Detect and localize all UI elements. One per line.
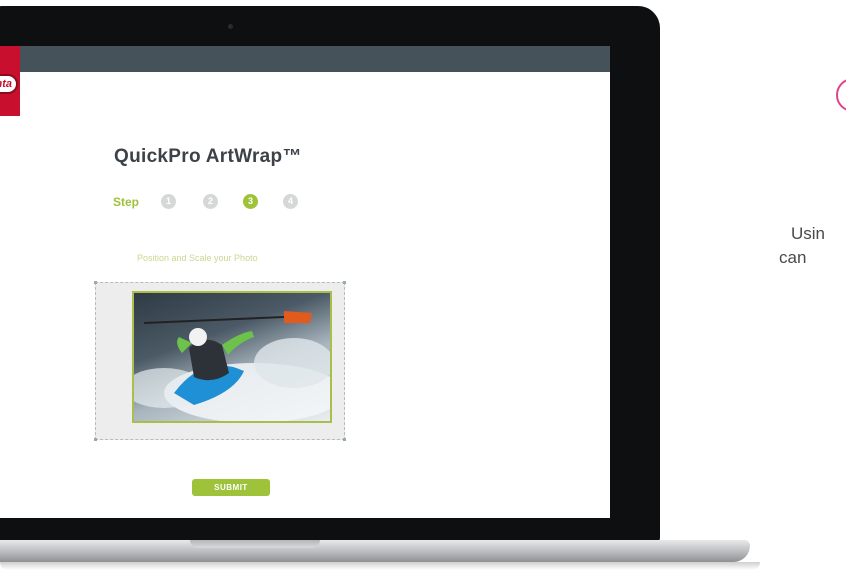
laptop-shadow	[0, 562, 760, 570]
step-label: Step	[113, 195, 140, 209]
resize-handle-br[interactable]	[343, 438, 346, 441]
step-indicator-3[interactable]: 3	[243, 194, 258, 209]
resize-handle-bl[interactable]	[94, 438, 97, 441]
step-indicator-4[interactable]: 4	[283, 194, 298, 209]
laptop-base	[0, 540, 750, 562]
kayaker-photo-icon	[134, 311, 330, 421]
step-instruction: Position and Scale your Photo	[137, 253, 258, 263]
brand-logo[interactable]: nta	[0, 46, 20, 116]
app-topbar	[0, 46, 610, 72]
pink-circle-icon	[836, 78, 846, 112]
side-text-line-1: Usin	[791, 224, 826, 243]
page-title: QuickPro ArtWrap™	[114, 146, 302, 167]
laptop-bezel: nta QuickPro ArtWrap™ Step 1 2 3 4 Posit…	[0, 6, 660, 542]
submit-button[interactable]: SUBMIT	[192, 479, 270, 496]
resize-handle-tl[interactable]	[94, 281, 97, 284]
laptop-notch	[190, 540, 320, 548]
step-indicator-2[interactable]: 2	[203, 194, 218, 209]
side-text-line-2: can	[779, 248, 807, 267]
brand-logo-badge: nta	[0, 74, 18, 94]
camera-dot	[228, 24, 233, 29]
uploaded-photo[interactable]	[132, 291, 332, 423]
step-indicator-1[interactable]: 1	[161, 194, 176, 209]
laptop-screen: nta QuickPro ArtWrap™ Step 1 2 3 4 Posit…	[0, 46, 610, 518]
resize-handle-tr[interactable]	[343, 281, 346, 284]
